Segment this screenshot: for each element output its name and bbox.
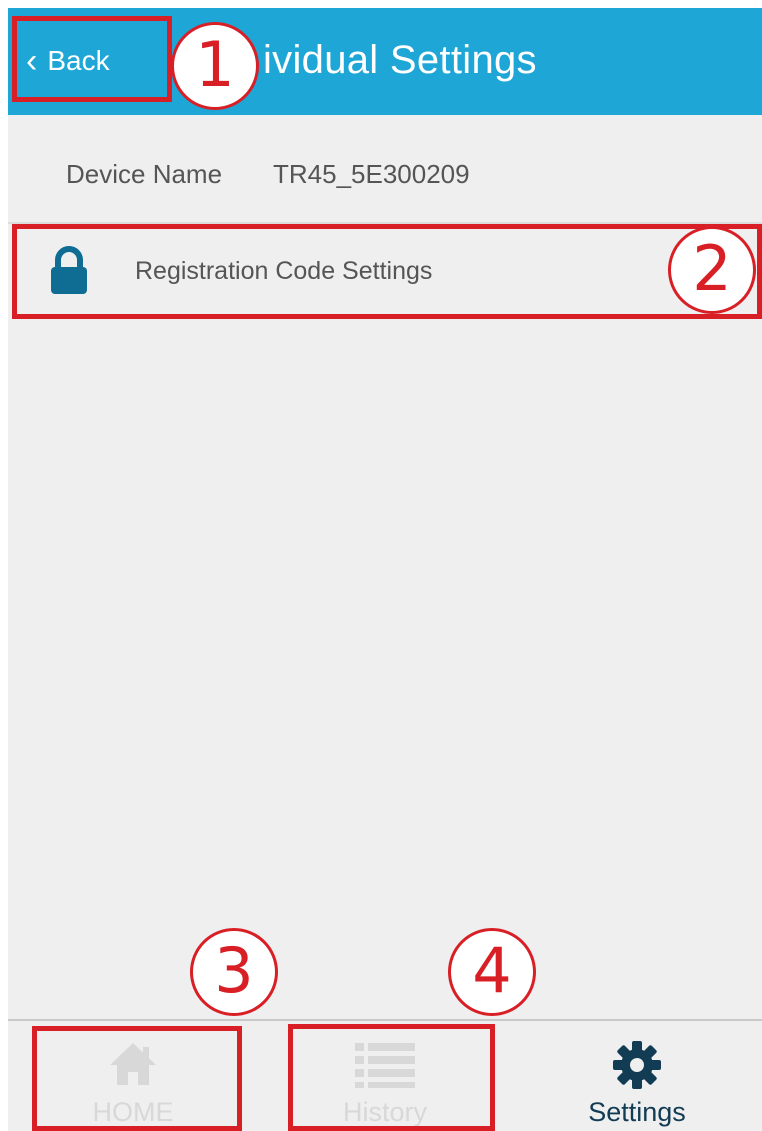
settings-screen: ‹ Back ividual Settings Device Name TR45… bbox=[8, 8, 762, 1131]
device-name-value: TR45_5E300209 bbox=[273, 159, 470, 189]
annotation-box-history bbox=[288, 1024, 495, 1131]
annotation-box-home bbox=[32, 1026, 242, 1131]
annotation-box-registration bbox=[12, 224, 762, 319]
annotation-box-back bbox=[12, 16, 172, 102]
device-name-row: Device Name TR45_5E300209 bbox=[8, 115, 762, 224]
annotation-marker-2: 2 bbox=[668, 226, 756, 314]
annotation-marker-4: 4 bbox=[448, 928, 536, 1016]
annotation-marker-3: 3 bbox=[190, 928, 278, 1016]
page-title: ividual Settings bbox=[263, 38, 537, 82]
nav-settings-label: Settings bbox=[588, 1097, 686, 1127]
device-name-label: Device Name bbox=[66, 159, 223, 189]
annotation-marker-1: 1 bbox=[171, 22, 259, 110]
nav-settings[interactable]: Settings bbox=[512, 1021, 762, 1131]
gear-icon bbox=[613, 1041, 661, 1089]
